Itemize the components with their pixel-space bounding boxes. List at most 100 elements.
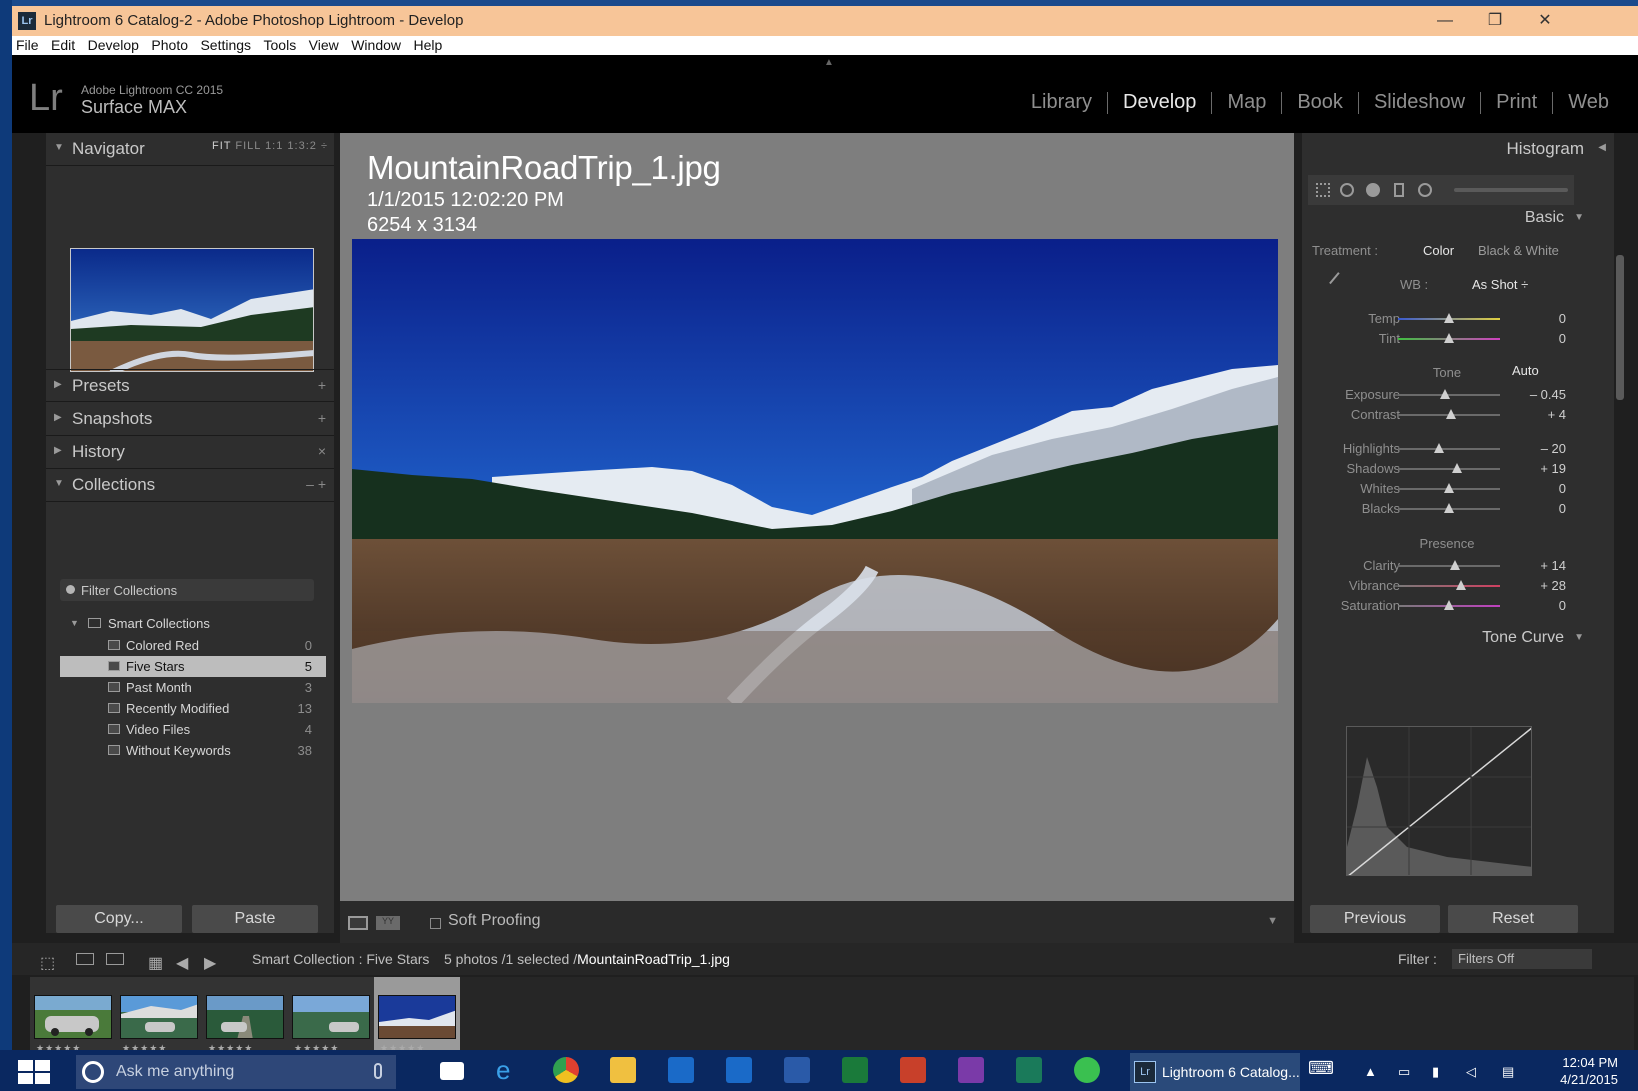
treatment-color-button[interactable]: Color (1423, 243, 1454, 258)
word-icon[interactable] (784, 1057, 810, 1083)
filter-dropdown[interactable]: Filters Off (1452, 949, 1592, 969)
slider-value[interactable]: 0 (1559, 331, 1566, 346)
lync-icon[interactable] (726, 1057, 752, 1083)
slider-value[interactable]: + 4 (1548, 407, 1566, 422)
onenote-icon[interactable] (958, 1057, 984, 1083)
task-view-icon[interactable] (440, 1062, 464, 1080)
outlook-icon[interactable] (668, 1057, 694, 1083)
filmstrip-source[interactable]: Smart Collection : Five Stars (252, 951, 429, 967)
menu-settings[interactable]: Settings (200, 36, 251, 55)
smart-collections-folder[interactable]: ▼ Smart Collections (60, 613, 326, 634)
copy-settings-button[interactable]: Copy... (56, 905, 182, 933)
zoom-1-3-2[interactable]: 1:3:2 (287, 140, 316, 152)
forward-arrow-icon[interactable]: ▶ (204, 953, 222, 972)
menu-window[interactable]: Window (351, 36, 401, 55)
close-button[interactable]: ✕ (1522, 8, 1568, 34)
slider-value[interactable]: 0 (1559, 501, 1566, 516)
module-book[interactable]: Book (1282, 91, 1358, 114)
snapshots-header[interactable]: ▶ Snapshots + (46, 403, 334, 436)
eyedropper-icon[interactable] (1329, 272, 1349, 292)
navigator-preview[interactable] (70, 248, 314, 372)
slider-thumb[interactable] (1444, 483, 1454, 493)
windows-start-icon[interactable] (18, 1060, 52, 1084)
main-photo[interactable] (352, 239, 1278, 703)
graduated-filter-icon[interactable] (1394, 183, 1404, 197)
slider-temp[interactable]: Temp 0 (1302, 309, 1582, 329)
add-snapshot-icon[interactable]: + (318, 410, 326, 426)
slider-whites[interactable]: Whites 0 (1302, 479, 1582, 499)
navigator-header[interactable]: ▼ Navigator FIT FILL 1:1 1:3:2 ÷ (46, 133, 334, 166)
microphone-icon[interactable] (374, 1063, 382, 1079)
slider-value[interactable]: + 19 (1540, 461, 1566, 476)
keyboard-icon[interactable]: ⌨ (1308, 1058, 1334, 1079)
collection-item[interactable]: Recently Modified 13 (60, 698, 326, 719)
right-panel-scrollbar[interactable] (1616, 255, 1624, 400)
battery-icon[interactable]: ▭ (1398, 1064, 1410, 1080)
loupe-view-icon[interactable] (348, 916, 368, 930)
filter-collections-field[interactable]: Filter Collections (60, 579, 314, 601)
slider-clarity[interactable]: Clarity + 14 (1302, 556, 1582, 576)
wb-dropdown[interactable]: As Shot ÷ (1472, 277, 1528, 292)
basic-header[interactable]: Basic ▼ (1302, 203, 1592, 236)
back-arrow-icon[interactable]: ◀ (176, 953, 194, 972)
slider-value[interactable]: + 28 (1540, 578, 1566, 593)
zoom-1-1[interactable]: 1:1 (265, 140, 283, 152)
grid-view-icon[interactable]: ▦ (148, 953, 166, 972)
clock[interactable]: 12:04 PM 4/21/2015 (1528, 1054, 1618, 1088)
slider-thumb[interactable] (1444, 333, 1454, 343)
collapse-top-arrow-icon[interactable]: ▲ (824, 57, 834, 68)
restore-button[interactable]: ❐ (1472, 8, 1518, 34)
menu-tools[interactable]: Tools (264, 36, 297, 55)
clear-history-icon[interactable]: × (318, 443, 326, 459)
slider-contrast[interactable]: Contrast + 4 (1302, 405, 1582, 425)
slider-thumb[interactable] (1434, 443, 1444, 453)
brush-slider[interactable] (1454, 188, 1568, 192)
spot-removal-icon[interactable] (1340, 183, 1354, 197)
menu-photo[interactable]: Photo (151, 36, 188, 55)
add-preset-icon[interactable]: + (318, 377, 326, 393)
module-develop[interactable]: Develop (1108, 91, 1211, 114)
module-web[interactable]: Web (1553, 91, 1624, 114)
slider-value[interactable]: – 0.45 (1530, 387, 1566, 402)
module-map[interactable]: Map (1212, 91, 1281, 114)
paste-settings-button[interactable]: Paste (192, 905, 318, 933)
histogram-header[interactable]: Histogram ◀ (1302, 133, 1614, 166)
collection-item-selected[interactable]: Five Stars 5 (60, 656, 326, 677)
cortana-search-box[interactable]: Ask me anything (76, 1055, 396, 1089)
network-icon[interactable]: ▮ (1432, 1064, 1439, 1080)
collection-item[interactable]: Without Keywords 38 (60, 740, 326, 761)
collection-item[interactable]: Colored Red 0 (60, 635, 326, 656)
internet-explorer-icon[interactable]: e (496, 1057, 522, 1083)
chrome-icon[interactable] (553, 1057, 579, 1083)
radial-filter-icon[interactable] (1418, 183, 1432, 197)
volume-icon[interactable]: ◁ (1466, 1064, 1476, 1080)
zoom-arrow-icon[interactable]: ÷ (321, 140, 328, 152)
minimize-button[interactable]: — (1422, 8, 1468, 34)
slider-exposure[interactable]: Exposure – 0.45 (1302, 385, 1582, 405)
taskbar-lightroom-button[interactable]: Lr Lightroom 6 Catalog... (1130, 1053, 1300, 1091)
treatment-bw-button[interactable]: Black & White (1478, 243, 1559, 258)
excel-icon[interactable] (842, 1057, 868, 1083)
slider-thumb[interactable] (1450, 560, 1460, 570)
slider-blacks[interactable]: Blacks 0 (1302, 499, 1582, 519)
slider-value[interactable]: 0 (1559, 311, 1566, 326)
auto-tone-button[interactable]: Auto (1512, 363, 1539, 378)
slider-saturation[interactable]: Saturation 0 (1302, 596, 1582, 616)
slider-value[interactable]: – 20 (1541, 441, 1566, 456)
module-slideshow[interactable]: Slideshow (1359, 91, 1480, 114)
module-library[interactable]: Library (1016, 91, 1107, 114)
slider-thumb[interactable] (1456, 580, 1466, 590)
menu-file[interactable]: File (16, 36, 39, 55)
slider-value[interactable]: + 14 (1540, 558, 1566, 573)
collections-actions[interactable]: – + (306, 476, 326, 492)
soft-proofing-checkbox[interactable] (430, 918, 441, 929)
project-icon[interactable] (1016, 1057, 1042, 1083)
red-eye-icon[interactable] (1366, 183, 1380, 197)
collection-item[interactable]: Past Month 3 (60, 677, 326, 698)
tone-curve-header[interactable]: Tone Curve ▼ (1302, 623, 1592, 656)
slider-vibrance[interactable]: Vibrance + 28 (1302, 576, 1582, 596)
file-explorer-icon[interactable] (610, 1057, 636, 1083)
slider-thumb[interactable] (1444, 313, 1454, 323)
module-print[interactable]: Print (1481, 91, 1552, 114)
previous-button[interactable]: Previous (1310, 905, 1440, 933)
